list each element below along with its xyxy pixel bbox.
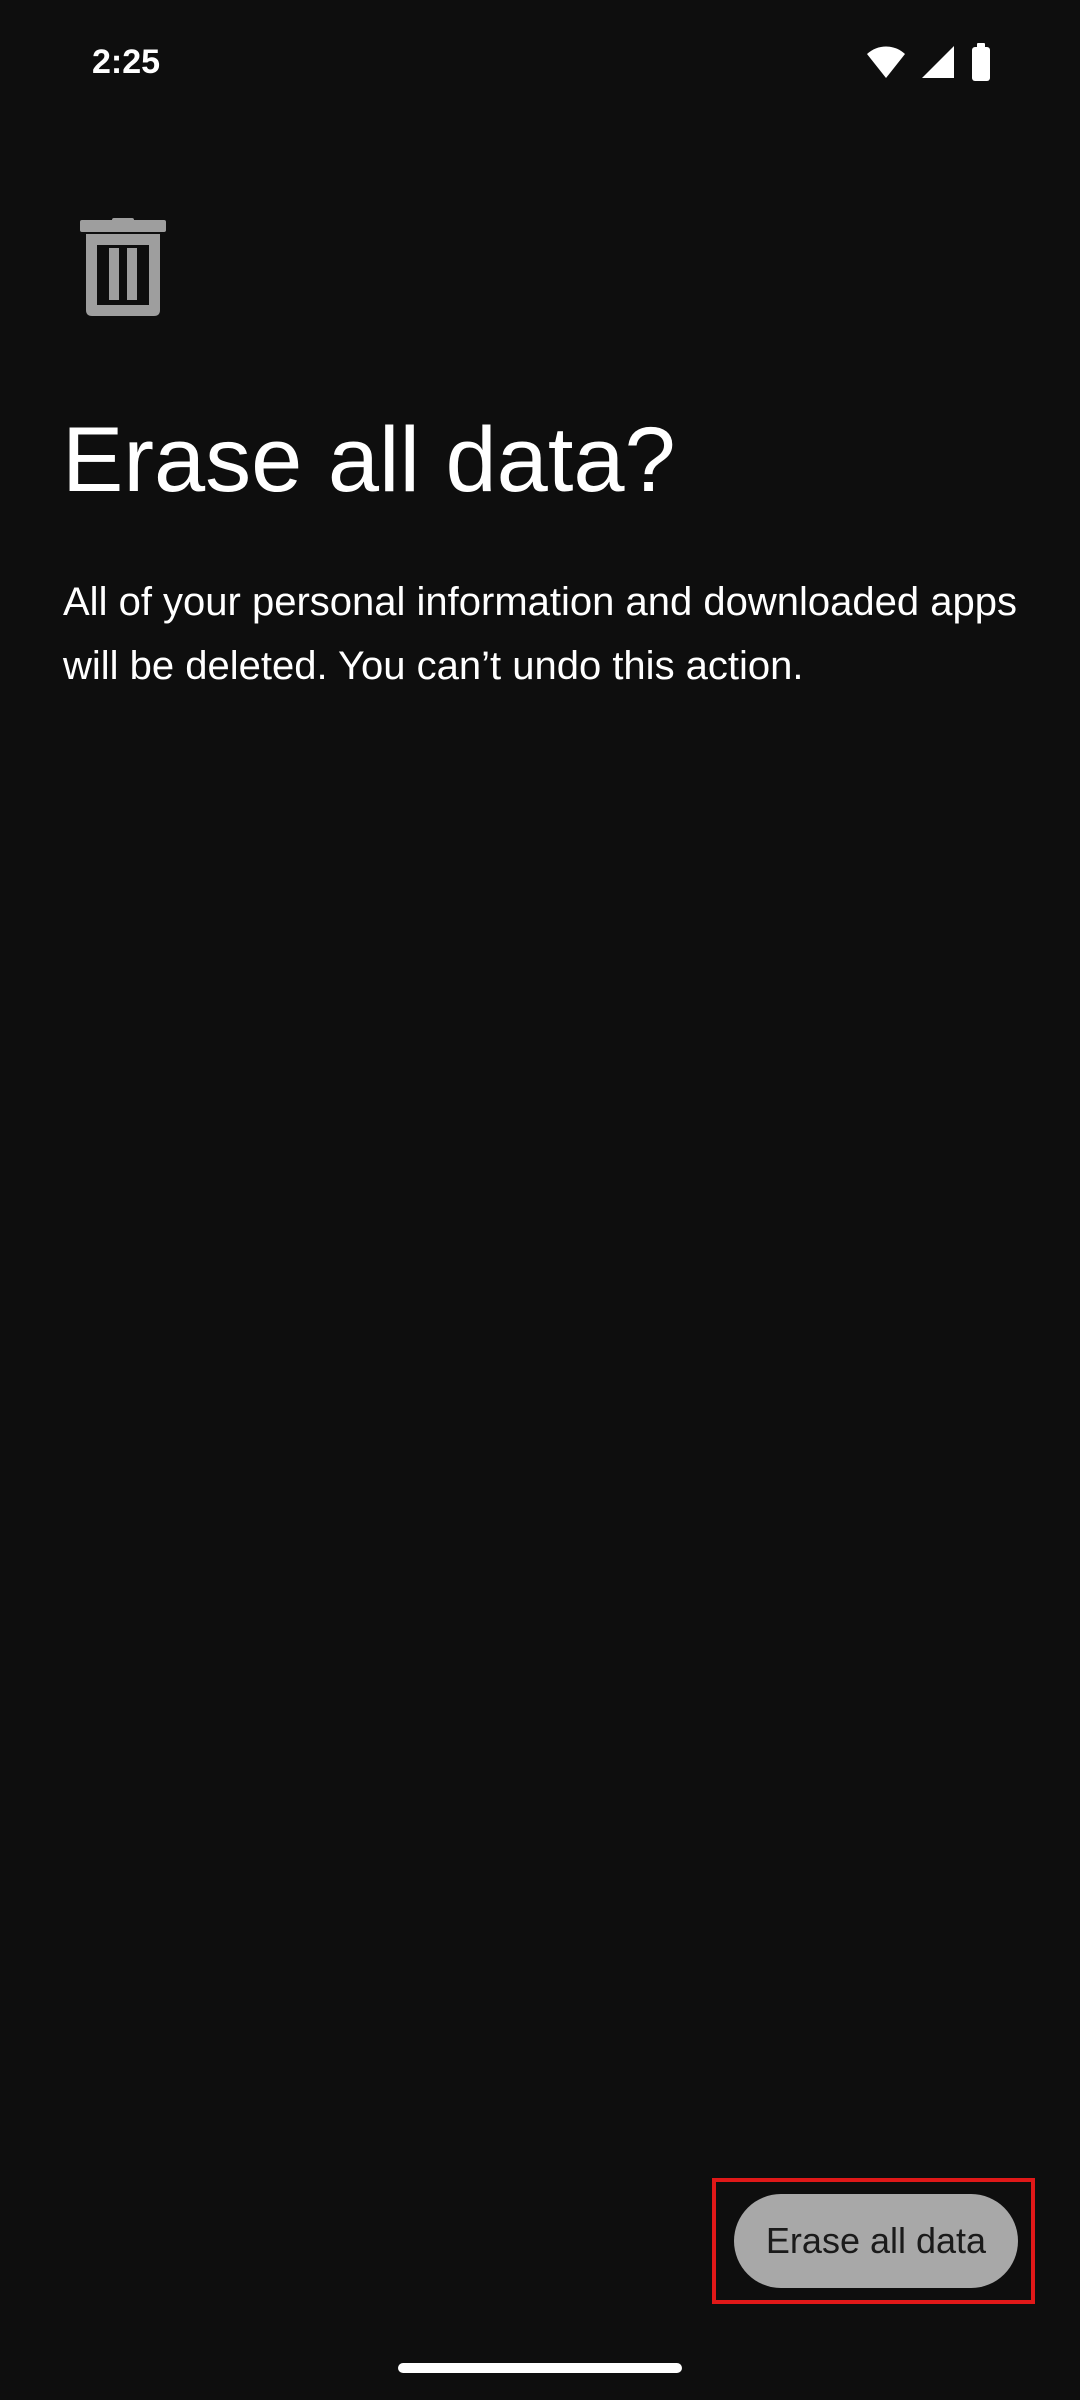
battery-icon — [970, 42, 992, 82]
page-description: All of your personal information and dow… — [63, 580, 1017, 688]
wifi-icon — [866, 42, 906, 82]
status-bar: 2:25 — [0, 0, 1080, 124]
gesture-navigation-handle[interactable] — [398, 2363, 682, 2373]
trash-icon — [80, 218, 176, 318]
status-icons — [866, 42, 992, 82]
erase-all-data-button[interactable]: Erase all data — [734, 2194, 1018, 2288]
status-time: 2:25 — [92, 43, 161, 81]
page-title: Erase all data? — [62, 409, 676, 511]
cellular-signal-icon — [920, 42, 956, 82]
